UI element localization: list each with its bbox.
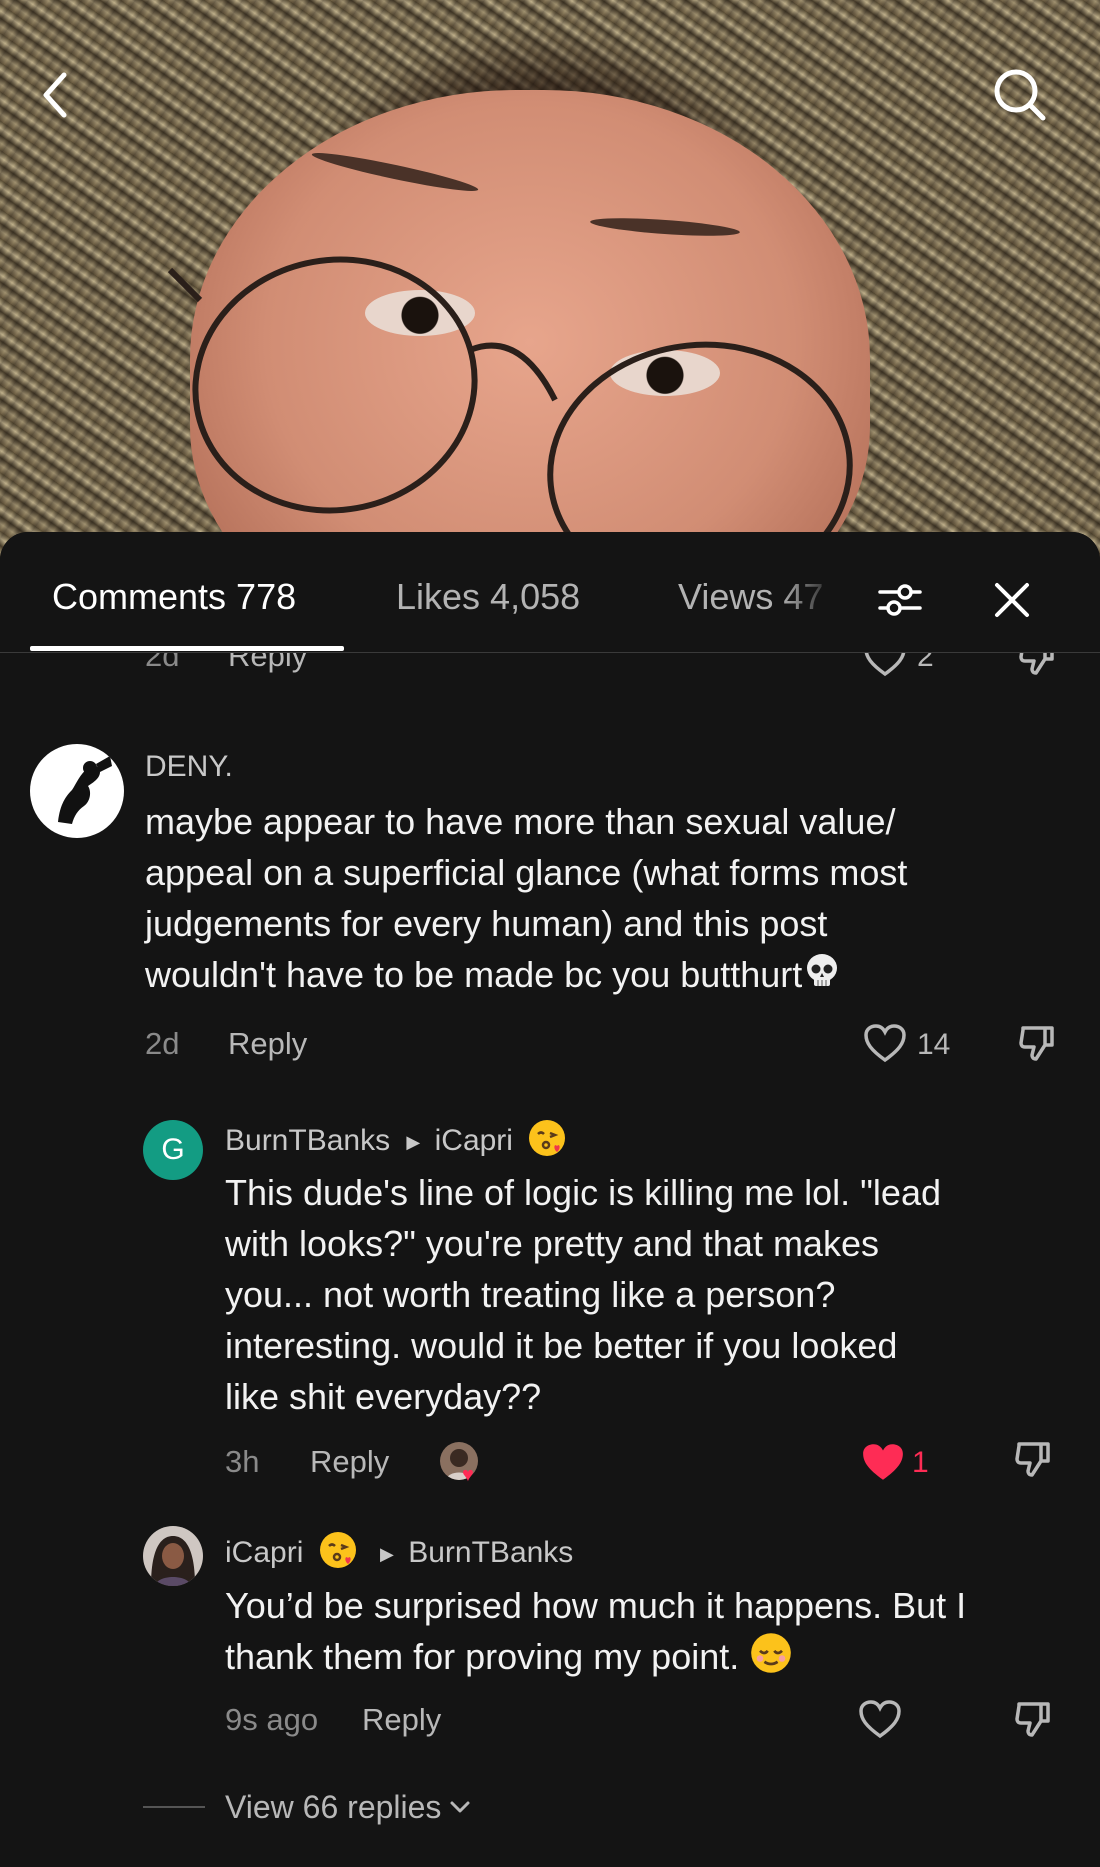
reply-header: BurnTBanks ▶ iCapri	[225, 1118, 567, 1166]
active-tab-indicator	[30, 646, 344, 651]
reply-header: iCapri ▶ BurnTBanks	[225, 1530, 573, 1578]
reply-button[interactable]: Reply	[362, 1702, 441, 1738]
comment-line: like shit everyday??	[225, 1376, 542, 1417]
like-count: 1	[912, 1446, 929, 1479]
comments-sheet: 2d Reply 2 Comments 778 Likes 4,058 View…	[0, 532, 1100, 1867]
search-icon	[994, 69, 1046, 121]
relieved-face-emoji	[749, 1631, 793, 1688]
comment-line: You’d be surprised how much it happens. …	[225, 1585, 967, 1626]
comment-line: you... not worth treating like a person?	[225, 1274, 836, 1315]
kissing-emoji	[318, 1530, 358, 1578]
silhouette-avatar-icon	[58, 756, 112, 824]
views-fade	[780, 562, 875, 642]
reply-arrow-icon: ▶	[380, 1543, 394, 1564]
comment-text: You’d be surprised how much it happens. …	[225, 1580, 1085, 1688]
dislike-button[interactable]	[1008, 1694, 1058, 1744]
comment-line: maybe appear to have more than sexual va…	[145, 801, 896, 842]
comment-text: maybe appear to have more than sexual va…	[145, 796, 1065, 1004]
comment-author[interactable]: BurnTBanks	[225, 1124, 390, 1157]
avatar[interactable]	[30, 744, 124, 838]
chevron-left-icon	[43, 72, 67, 118]
skull-emoji	[802, 951, 842, 1004]
reply-button[interactable]: Reply	[310, 1444, 389, 1480]
tab-bar: Comments 778 Likes 4,058 Views 47	[0, 532, 1100, 653]
chevron-down-icon	[450, 1801, 470, 1813]
comment-line: judgements for every human) and this pos…	[145, 903, 828, 944]
comment-line-with-emoji: wouldn't have to be made bc you butthurt	[145, 949, 1065, 1004]
heart-outline-icon	[859, 1700, 901, 1739]
reply-to-user[interactable]: iCapri	[435, 1124, 513, 1157]
comment-line: with looks?" you're pretty and that make…	[225, 1223, 879, 1264]
heart-badge-icon: ♥	[462, 1464, 474, 1486]
tab-likes[interactable]: Likes 4,058	[396, 576, 580, 618]
comment-author[interactable]: iCapri	[225, 1536, 303, 1569]
comment-line: interesting. would it be better if you l…	[225, 1325, 898, 1366]
kissing-emoji	[527, 1118, 567, 1166]
comment-line: appeal on a superficial glance (what for…	[145, 852, 908, 893]
like-count: 14	[917, 1028, 951, 1061]
like-button[interactable]	[860, 1018, 910, 1068]
like-button[interactable]	[855, 1694, 905, 1744]
view-replies-label: View 66 replies	[225, 1788, 442, 1825]
close-icon	[995, 583, 1029, 617]
comment-line: thank them for proving my point.	[225, 1636, 740, 1678]
comment-line: wouldn't have to be made bc you butthurt	[145, 954, 803, 995]
filter-button[interactable]	[870, 570, 930, 630]
sliders-icon	[878, 584, 922, 616]
comment-time: 2d	[145, 1026, 180, 1061]
tab-comments[interactable]: Comments 778	[52, 576, 296, 618]
thumbs-down-icon	[1019, 1026, 1054, 1061]
like-button[interactable]	[855, 1434, 911, 1490]
heart-outline-icon	[864, 1024, 906, 1063]
reply-arrow-icon: ▶	[406, 1131, 421, 1152]
divider-line	[143, 1806, 205, 1808]
comment-text: This dude's line of logic is killing me …	[225, 1167, 1075, 1422]
avatar[interactable]	[143, 1526, 203, 1586]
dislike-button[interactable]	[1012, 1018, 1062, 1068]
close-button[interactable]	[982, 570, 1042, 630]
thumbs-down-icon	[1015, 1442, 1050, 1477]
view-replies-row[interactable]: View 66 replies	[143, 1782, 473, 1832]
reply-to-user[interactable]: BurnTBanks	[408, 1536, 573, 1569]
back-button[interactable]	[20, 60, 90, 130]
dislike-button[interactable]	[1008, 1434, 1058, 1484]
avatar-letter: G	[161, 1133, 185, 1166]
glasses	[167, 256, 853, 560]
comment-line-with-emoji: thank them for proving my point.	[225, 1631, 1085, 1688]
comment-author[interactable]: DENY.	[145, 750, 233, 784]
user-avatar-icon	[151, 1536, 195, 1586]
video-preview[interactable]	[0, 0, 1100, 560]
thumbs-down-icon	[1015, 1702, 1050, 1737]
comment-time: 9s ago	[225, 1702, 319, 1737]
heart-filled-icon	[863, 1444, 903, 1480]
comment-line: This dude's line of logic is killing me …	[225, 1172, 941, 1213]
search-button[interactable]	[985, 60, 1055, 130]
avatar[interactable]: G	[143, 1120, 203, 1180]
comment-time: 3h	[225, 1444, 260, 1479]
reply-button[interactable]: Reply	[228, 1026, 307, 1062]
